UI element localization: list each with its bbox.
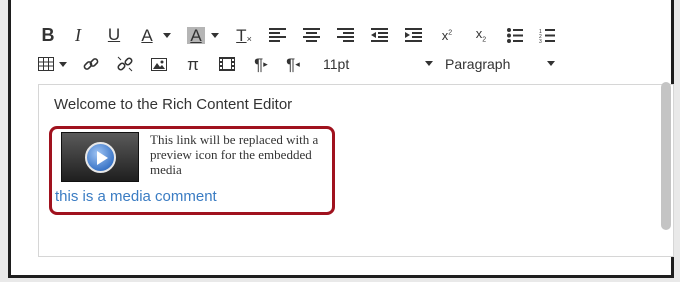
bold-button[interactable]: B: [39, 22, 57, 48]
svg-text:3: 3: [539, 39, 542, 43]
clear-formatting-icon: T: [236, 25, 247, 45]
media-thumbnail[interactable]: [61, 132, 139, 182]
ltr-direction-button[interactable]: ¶ ▸: [251, 51, 271, 77]
subscript-button[interactable]: x2: [471, 22, 491, 48]
table-button[interactable]: [37, 51, 55, 77]
insert-image-button[interactable]: [149, 51, 169, 77]
indent-icon: [404, 28, 422, 42]
clear-x-icon: ×: [246, 34, 252, 44]
rich-content-editor-area[interactable]: Welcome to the Rich Content Editor This …: [38, 84, 674, 257]
align-center-icon: [302, 28, 320, 42]
insert-media-button[interactable]: [217, 51, 237, 77]
image-icon: [151, 57, 167, 71]
bullet-list-icon: [507, 27, 523, 43]
welcome-text: Welcome to the Rich Content Editor: [54, 96, 293, 113]
paragraph-rtl-icon: ¶: [286, 54, 296, 74]
indent-button[interactable]: [403, 22, 423, 48]
numbered-list-icon: 123: [539, 28, 555, 43]
chevron-down-icon: [163, 32, 171, 38]
outdent-icon: [370, 28, 388, 42]
background-color-icon: A: [187, 26, 205, 44]
table-dropdown[interactable]: [57, 51, 69, 77]
font-size-select[interactable]: 11pt: [323, 51, 441, 77]
clear-formatting-button[interactable]: T ×: [233, 22, 255, 48]
align-left-icon: [268, 28, 286, 42]
background-color-button[interactable]: A: [185, 22, 207, 48]
media-comment-link[interactable]: this is a media comment: [55, 188, 217, 205]
arrow-right-icon: ▸: [263, 58, 268, 69]
superscript-button[interactable]: x2: [437, 22, 457, 48]
numbered-list-button[interactable]: 123: [537, 22, 557, 48]
italic-label: I: [75, 24, 81, 45]
block-format-value: Paragraph: [445, 56, 511, 72]
play-icon[interactable]: [85, 142, 116, 173]
italic-button[interactable]: I: [69, 22, 87, 48]
arrow-left-icon: ◂: [295, 58, 300, 69]
font-size-value: 11pt: [323, 56, 350, 72]
bold-label: B: [41, 24, 55, 45]
chevron-down-icon: [425, 61, 433, 66]
rtl-direction-button[interactable]: ¶ ◂: [283, 51, 303, 77]
outdent-button[interactable]: [369, 22, 389, 48]
font-color-dropdown[interactable]: [161, 22, 173, 48]
unlink-icon: [117, 56, 133, 72]
subscript-icon: x2: [475, 26, 487, 44]
pi-icon: π: [187, 54, 199, 74]
block-format-select[interactable]: Paragraph: [445, 51, 563, 77]
editor-scrollbar[interactable]: [661, 82, 671, 230]
link-icon: [83, 58, 99, 70]
underline-label: U: [107, 25, 121, 44]
underline-button[interactable]: U: [105, 22, 123, 48]
insert-math-button[interactable]: π: [183, 51, 203, 77]
font-color-icon: A: [141, 25, 153, 45]
film-icon: [219, 57, 235, 71]
insert-link-button[interactable]: [81, 51, 101, 77]
bullet-list-button[interactable]: [505, 22, 525, 48]
paragraph-ltr-icon: ¶: [254, 54, 264, 74]
background-color-dropdown[interactable]: [209, 22, 221, 48]
align-center-button[interactable]: [301, 22, 321, 48]
editor-frame: B I U A A T × x2 x2 123 π ¶ ▸ ¶ ◂ 11pt P…: [8, 0, 674, 278]
font-color-button[interactable]: A: [137, 22, 157, 48]
chevron-down-icon: [59, 61, 67, 67]
unlink-button[interactable]: [115, 51, 135, 77]
align-right-button[interactable]: [335, 22, 355, 48]
media-placeholder-note: This link will be replaced with a previe…: [150, 132, 319, 177]
align-left-button[interactable]: [267, 22, 287, 48]
table-icon: [38, 57, 54, 71]
superscript-icon: x2: [441, 27, 453, 43]
media-comment-highlight: This link will be replaced with a previe…: [49, 126, 335, 215]
chevron-down-icon: [547, 61, 555, 66]
align-right-icon: [336, 28, 354, 42]
chevron-down-icon: [211, 32, 219, 38]
